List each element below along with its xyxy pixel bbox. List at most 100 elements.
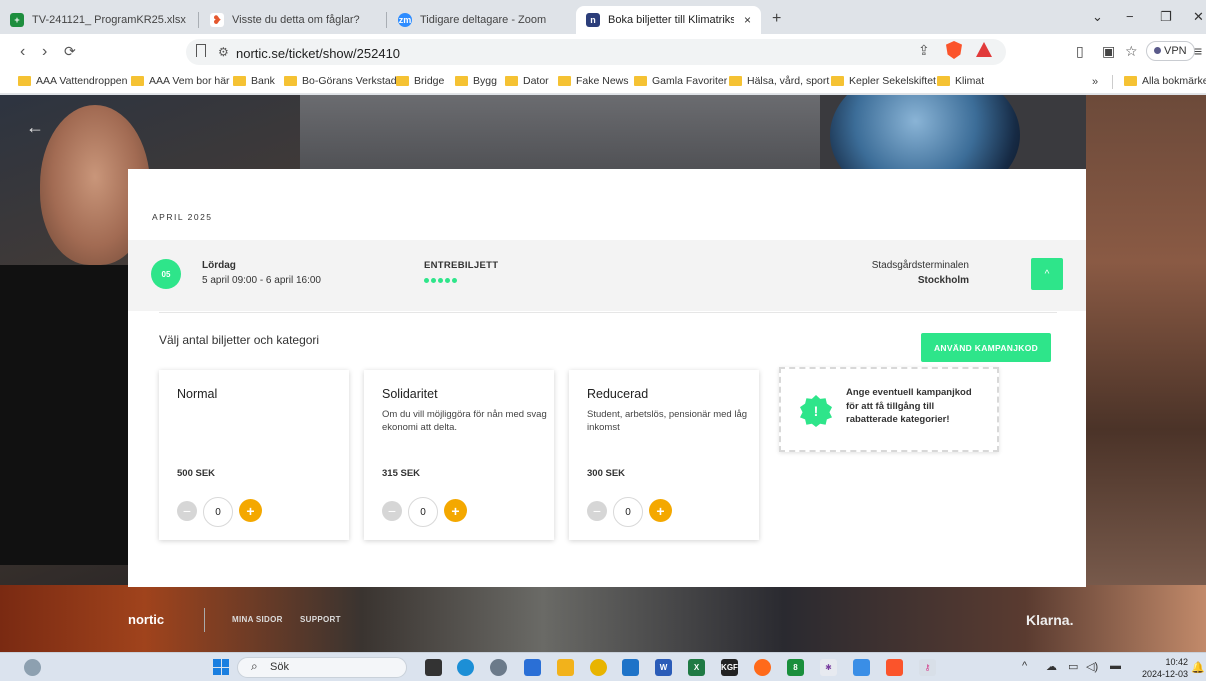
bookmark-folder[interactable]: Bygg (455, 75, 497, 87)
store-icon[interactable] (524, 659, 541, 676)
category-price: 315 SEK (382, 468, 421, 479)
bookmark-folder[interactable]: Bridge (396, 75, 444, 87)
ticket-card: APRIL 2025 05 Lördag 5 april 09:00 - 6 a… (128, 169, 1086, 587)
collapse-button[interactable]: ^ (1031, 258, 1063, 290)
edge-icon[interactable] (457, 659, 474, 676)
start-button[interactable] (213, 659, 229, 675)
brave-rewards-icon[interactable] (976, 42, 992, 57)
bookmark-label: AAA Vattendroppen (36, 75, 128, 87)
bookmark-folder[interactable]: Dator (505, 75, 549, 87)
taskbar-search-box[interactable] (237, 657, 407, 678)
restore-icon[interactable]: ❐ (1160, 9, 1172, 25)
share-icon[interactable]: ⇪ (918, 42, 930, 59)
footer-link-support[interactable]: SUPPORT (300, 615, 341, 624)
site-footer: nortic MINA SIDOR SUPPORT Klarna. (128, 608, 1078, 632)
slack-icon[interactable]: ✱ (820, 659, 837, 676)
bookmark-folder[interactable]: Klimat (937, 75, 984, 87)
folder-icon (1124, 76, 1137, 86)
taskbar: ⌕ Sök W X KGF 8 ✱ ⚷ ^ ☁ ▭ ◁) ▬ 10:42 202… (0, 652, 1206, 681)
volume-icon[interactable]: ◁) (1086, 660, 1098, 673)
close-window-icon[interactable]: ✕ (1193, 9, 1204, 25)
sidebar-icon[interactable]: ▯ (1076, 43, 1084, 60)
reload-icon[interactable]: ⟳ (64, 43, 76, 60)
bookmark-label: Kepler Sekelskiftet (849, 75, 936, 87)
back-arrow-icon[interactable]: ← (26, 117, 44, 138)
file-explorer-icon[interactable] (557, 659, 574, 676)
increase-button[interactable]: + (649, 499, 672, 522)
taskbar-search-label: Sök (270, 661, 289, 673)
key-app-icon[interactable]: ⚷ (919, 659, 936, 676)
tab-zoom[interactable]: zm Tidigare deltagare - Zoom (388, 6, 573, 34)
tab-separator (198, 12, 199, 28)
bookmark-folder[interactable]: Bank (233, 75, 275, 87)
decrease-button[interactable]: − (587, 501, 607, 521)
tab-nortic[interactable]: n Boka biljetter till Klimatriksdag × (576, 6, 761, 34)
display-icon[interactable]: ▭ (1068, 660, 1078, 673)
bookmark-folder[interactable]: Fake News (558, 75, 629, 87)
tab-spreadsheet[interactable]: + TV-241121_ ProgramKR25.xlsx - Go (0, 6, 197, 34)
background-photo-body (0, 265, 128, 565)
settings-icon[interactable] (490, 659, 507, 676)
outlook-icon[interactable] (622, 659, 639, 676)
chrome-icon[interactable] (590, 659, 607, 676)
quantity-field[interactable]: 0 (408, 497, 438, 527)
bookmark-folder[interactable]: Gamla Favoriter (634, 75, 727, 87)
calendar-icon[interactable] (853, 659, 870, 676)
bookmark-folder[interactable]: Kepler Sekelskiftet (831, 75, 936, 87)
date-range: 5 april 09:00 - 6 april 16:00 (202, 275, 321, 286)
task-view-icon[interactable] (425, 659, 442, 676)
minimize-icon[interactable]: − (1126, 9, 1134, 24)
use-campaign-code-button[interactable]: ANVÄND KAMPANJKOD (921, 333, 1051, 362)
chevron-up-icon: ^ (1044, 268, 1050, 280)
battery-icon[interactable]: ▬ (1110, 660, 1121, 672)
cloud-icon[interactable]: ☁ (1046, 660, 1057, 673)
taskbar-clock[interactable]: 10:42 2024-12-03 (1136, 656, 1188, 680)
vpn-button[interactable]: VPN (1146, 41, 1195, 61)
tab-title: Visste du detta om fåglar? (232, 14, 360, 26)
bookmark-label: Bridge (414, 75, 445, 87)
brave-icon[interactable] (886, 659, 903, 676)
app-eight-icon[interactable]: 8 (787, 659, 804, 676)
wallet-icon[interactable]: ▣ (1102, 43, 1115, 60)
close-tab-icon[interactable]: × (744, 13, 751, 27)
vpn-label: VPN (1164, 45, 1187, 57)
widgets-icon[interactable] (24, 659, 41, 676)
folder-icon (131, 76, 144, 86)
bookmark-page-icon[interactable] (196, 44, 206, 57)
bookmark-folder[interactable]: Hälsa, vård, sport (729, 75, 829, 87)
tray-overflow-icon[interactable]: ^ (1022, 660, 1027, 672)
excel-icon[interactable]: X (688, 659, 705, 676)
word-icon[interactable]: W (655, 659, 672, 676)
quantity-field[interactable]: 0 (203, 497, 233, 527)
category-description: Om du vill möjliggöra för nån med svag e… (382, 409, 547, 433)
kgf-app-icon[interactable]: KGF (721, 659, 738, 676)
nortic-logo[interactable]: nortic (128, 612, 164, 627)
footer-link-my-pages[interactable]: MINA SIDOR (232, 615, 283, 624)
tab-title: Boka biljetter till Klimatriksdag (608, 14, 734, 26)
site-settings-icon[interactable]: ⚙ (218, 45, 229, 59)
decrease-button[interactable]: − (177, 501, 197, 521)
tab-search-icon[interactable]: ⌄ (1092, 9, 1103, 25)
firefox-icon[interactable] (754, 659, 771, 676)
tab-birds[interactable]: ❥ Visste du detta om fåglar? (200, 6, 385, 34)
folder-icon (396, 76, 409, 86)
more-bookmarks-icon[interactable]: » (1092, 76, 1098, 88)
bookmark-folder[interactable]: Bo-Görans Verkstad (284, 75, 397, 87)
forward-nav-icon[interactable]: › (42, 43, 47, 61)
availability-dots (424, 278, 457, 283)
quantity-field[interactable]: 0 (613, 497, 643, 527)
bookmark-folder[interactable]: AAA Vem bor här (131, 75, 230, 87)
ticket-category-normal: Normal 500 SEK − 0 + (159, 370, 349, 540)
increase-button[interactable]: + (239, 499, 262, 522)
notification-bell-icon[interactable]: 🔔 (1191, 661, 1205, 674)
tab-title: TV-241121_ ProgramKR25.xlsx - Go (32, 14, 187, 26)
all-bookmarks-folder[interactable]: Alla bokmärken (1124, 75, 1206, 87)
back-nav-icon[interactable]: ‹ (20, 43, 25, 61)
bookmark-folder[interactable]: AAA Vattendroppen (18, 75, 127, 87)
menu-icon[interactable]: ≡ (1194, 43, 1202, 59)
bookmarks-star-icon[interactable]: ☆ (1125, 43, 1138, 60)
increase-button[interactable]: + (444, 499, 467, 522)
new-tab-button[interactable]: + (772, 10, 781, 28)
url-field[interactable]: nortic.se/ticket/show/252410 (236, 46, 400, 61)
decrease-button[interactable]: − (382, 501, 402, 521)
